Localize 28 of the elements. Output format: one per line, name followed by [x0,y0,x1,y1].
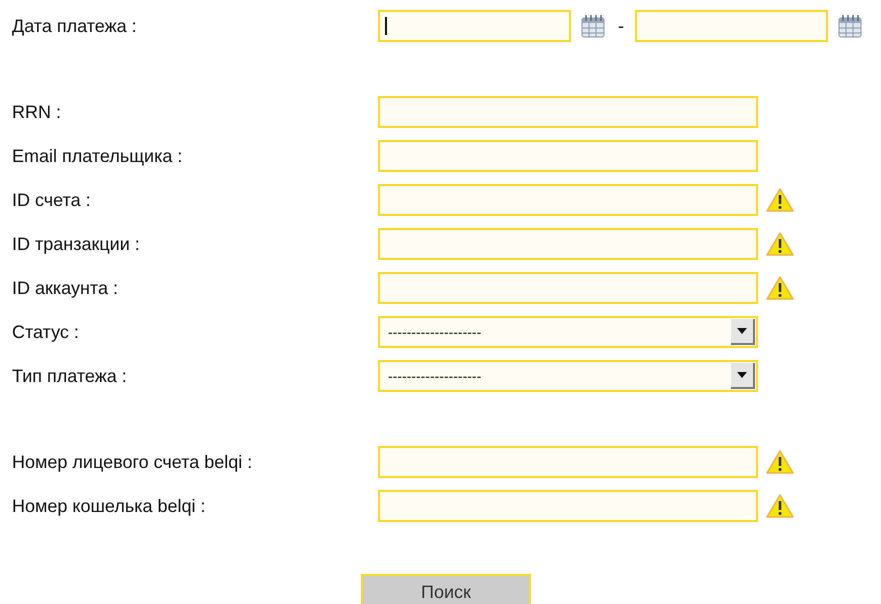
date-field[interactable] [635,10,828,42]
calendar-icon[interactable] [837,13,863,39]
dropdown[interactable]: -------------------- [378,316,758,348]
field-label: Тип платежа : [11,366,128,386]
text-cursor [385,17,387,35]
field-label: Статус : [11,322,80,342]
input-field[interactable] [378,96,758,128]
field-label: Email плательщика : [11,146,184,166]
field-label: ID транзакции : [11,234,141,254]
input-field[interactable] [378,184,758,216]
field-label: RRN : [11,102,62,122]
caret-icon [737,372,747,378]
input-field[interactable] [378,490,758,522]
caret-icon [737,328,747,334]
field-label: Номер лицевого счета belqi : [11,452,254,472]
field-label: Дата платежа : [11,16,138,36]
input-field[interactable] [378,228,758,260]
calendar-icon[interactable] [580,13,606,39]
range-separator: - [618,16,624,36]
field-label: Номер кошелька belqi : [11,496,207,516]
input-field[interactable] [378,272,758,304]
input-field[interactable] [378,140,758,172]
field-label: ID счета : [11,190,92,210]
input-field[interactable] [378,446,758,478]
field-label: ID аккаунта : [11,278,119,298]
date-field[interactable] [378,10,571,42]
search-button[interactable]: Поиск [361,574,531,604]
dropdown[interactable]: -------------------- [378,360,758,392]
